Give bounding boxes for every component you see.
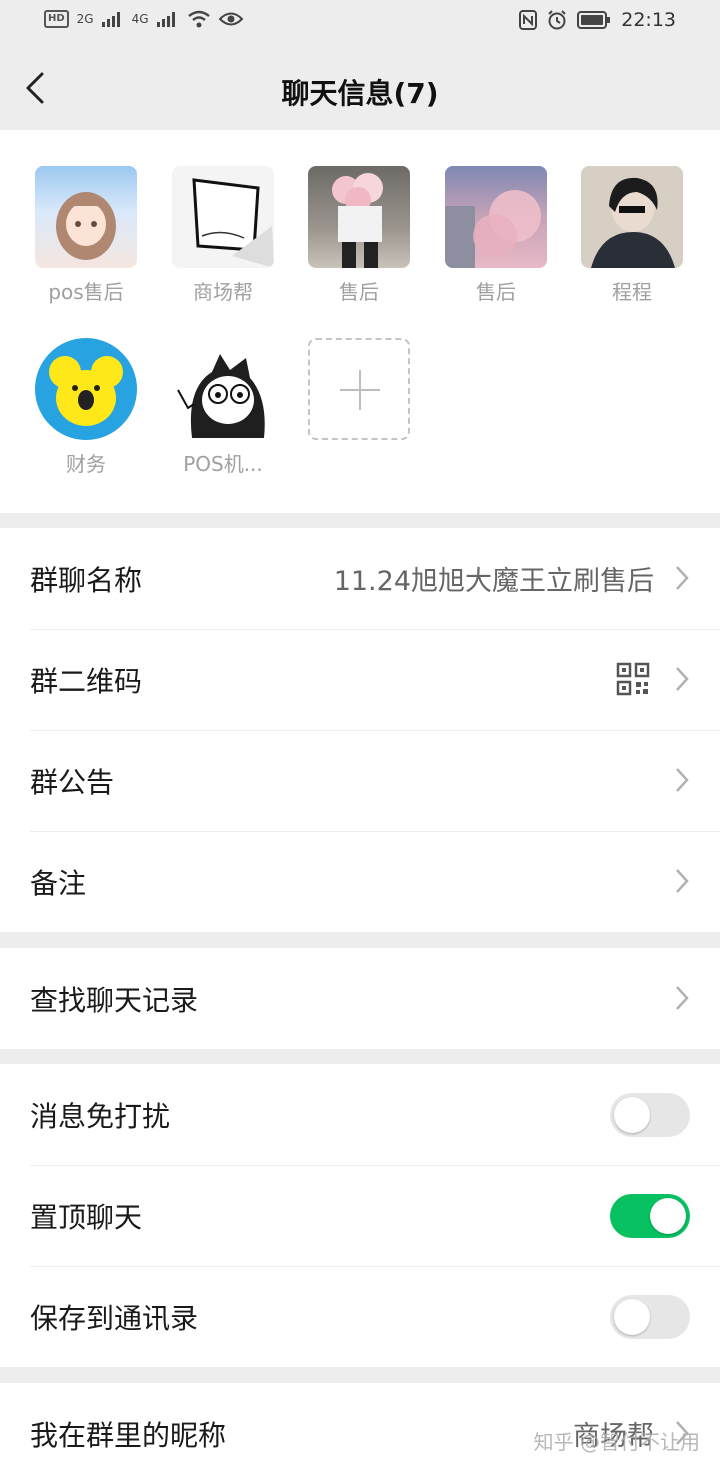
pin-toggle[interactable] <box>610 1194 690 1238</box>
plus-icon <box>308 338 410 440</box>
add-member-button[interactable] <box>299 338 419 440</box>
my-nickname-label: 我在群里的昵称 <box>30 1418 227 1452</box>
member-name: 售后 <box>476 280 516 304</box>
battery-icon <box>577 11 611 29</box>
watermark: 知乎 @智付不让用 <box>533 1430 700 1454</box>
member-item[interactable]: 售后 <box>299 166 419 305</box>
eye-icon <box>218 12 243 26</box>
group-name-row[interactable]: 群聊名称 11.24旭旭大魔王立刷售后 <box>0 528 720 629</box>
search-history-label: 查找聊天记录 <box>30 983 199 1017</box>
hd-icon: HD <box>44 10 69 28</box>
avatar <box>172 338 274 440</box>
chevron-right-icon <box>676 768 689 792</box>
mute-label: 消息免打扰 <box>30 1099 171 1133</box>
group-qr-label: 群二维码 <box>30 664 143 698</box>
announcement-label: 群公告 <box>30 765 115 799</box>
group-name-label: 群聊名称 <box>30 563 143 597</box>
chevron-right-icon <box>676 566 689 590</box>
save-contacts-label: 保存到通讯录 <box>30 1301 199 1335</box>
signal-icon <box>156 12 175 27</box>
member-name: 财务 <box>66 452 106 476</box>
chevron-right-icon <box>676 986 689 1010</box>
member-name: 售后 <box>339 280 379 304</box>
toggle-knob <box>614 1299 650 1335</box>
avatar <box>35 166 137 268</box>
pin-row: 置顶聊天 <box>0 1165 720 1266</box>
member-item[interactable]: pos售后 <box>26 166 146 305</box>
avatar <box>35 338 137 440</box>
remark-row[interactable]: 备注 <box>0 831 720 932</box>
status-bar: HD 2G 4G 22:13 <box>0 0 720 46</box>
status-left: HD 2G 4G <box>44 10 243 28</box>
member-item[interactable]: 售后 <box>436 166 556 305</box>
toggle-section: 消息免打扰 置顶聊天 保存到通讯录 <box>0 1064 720 1367</box>
group-name-value: 11.24旭旭大魔王立刷售后 <box>333 566 654 597</box>
remark-label: 备注 <box>30 866 87 900</box>
mute-toggle[interactable] <box>610 1093 690 1137</box>
status-time: 22:13 <box>621 9 676 31</box>
group-info-section: 群聊名称 11.24旭旭大魔王立刷售后 群二维码 群公告 备注 <box>0 528 720 932</box>
search-section: 查找聊天记录 <box>0 948 720 1049</box>
announcement-row[interactable]: 群公告 <box>0 730 720 831</box>
alarm-icon <box>548 10 566 30</box>
toggle-knob <box>614 1097 650 1133</box>
chevron-right-icon <box>676 667 689 691</box>
wifi-icon <box>187 10 210 28</box>
network-label-2: 4G <box>131 12 149 26</box>
member-name: POS机... <box>183 452 263 476</box>
avatar <box>445 166 547 268</box>
toggle-knob <box>650 1198 686 1234</box>
nav-bar: 聊天信息(7) <box>0 46 720 130</box>
status-right: 22:13 <box>519 9 676 31</box>
network-label-1: 2G <box>76 12 94 26</box>
avatar <box>172 166 274 268</box>
member-item[interactable]: POS机... <box>163 338 283 477</box>
member-name: pos售后 <box>48 280 124 304</box>
search-history-row[interactable]: 查找聊天记录 <box>0 948 720 1049</box>
chevron-right-icon <box>676 869 689 893</box>
member-item[interactable]: 财务 <box>26 338 146 477</box>
nfc-icon <box>519 10 538 30</box>
page-title: 聊天信息(7) <box>281 77 439 110</box>
signal-icon <box>101 12 120 27</box>
member-item[interactable]: 程程 <box>572 166 692 305</box>
save-contacts-toggle[interactable] <box>610 1295 690 1339</box>
pin-label: 置顶聊天 <box>30 1200 143 1234</box>
mute-row: 消息免打扰 <box>0 1064 720 1165</box>
qr-code-icon <box>616 662 650 696</box>
avatar <box>581 166 683 268</box>
member-name: 程程 <box>612 280 652 304</box>
group-qr-row[interactable]: 群二维码 <box>0 629 720 730</box>
member-item[interactable]: 商场帮 <box>163 166 283 305</box>
save-contacts-row: 保存到通讯录 <box>0 1266 720 1367</box>
member-name: 商场帮 <box>193 280 253 304</box>
member-grid: pos售后 商场帮 售后 售后 程程 财务 POS机... <box>0 130 720 513</box>
avatar <box>308 166 410 268</box>
